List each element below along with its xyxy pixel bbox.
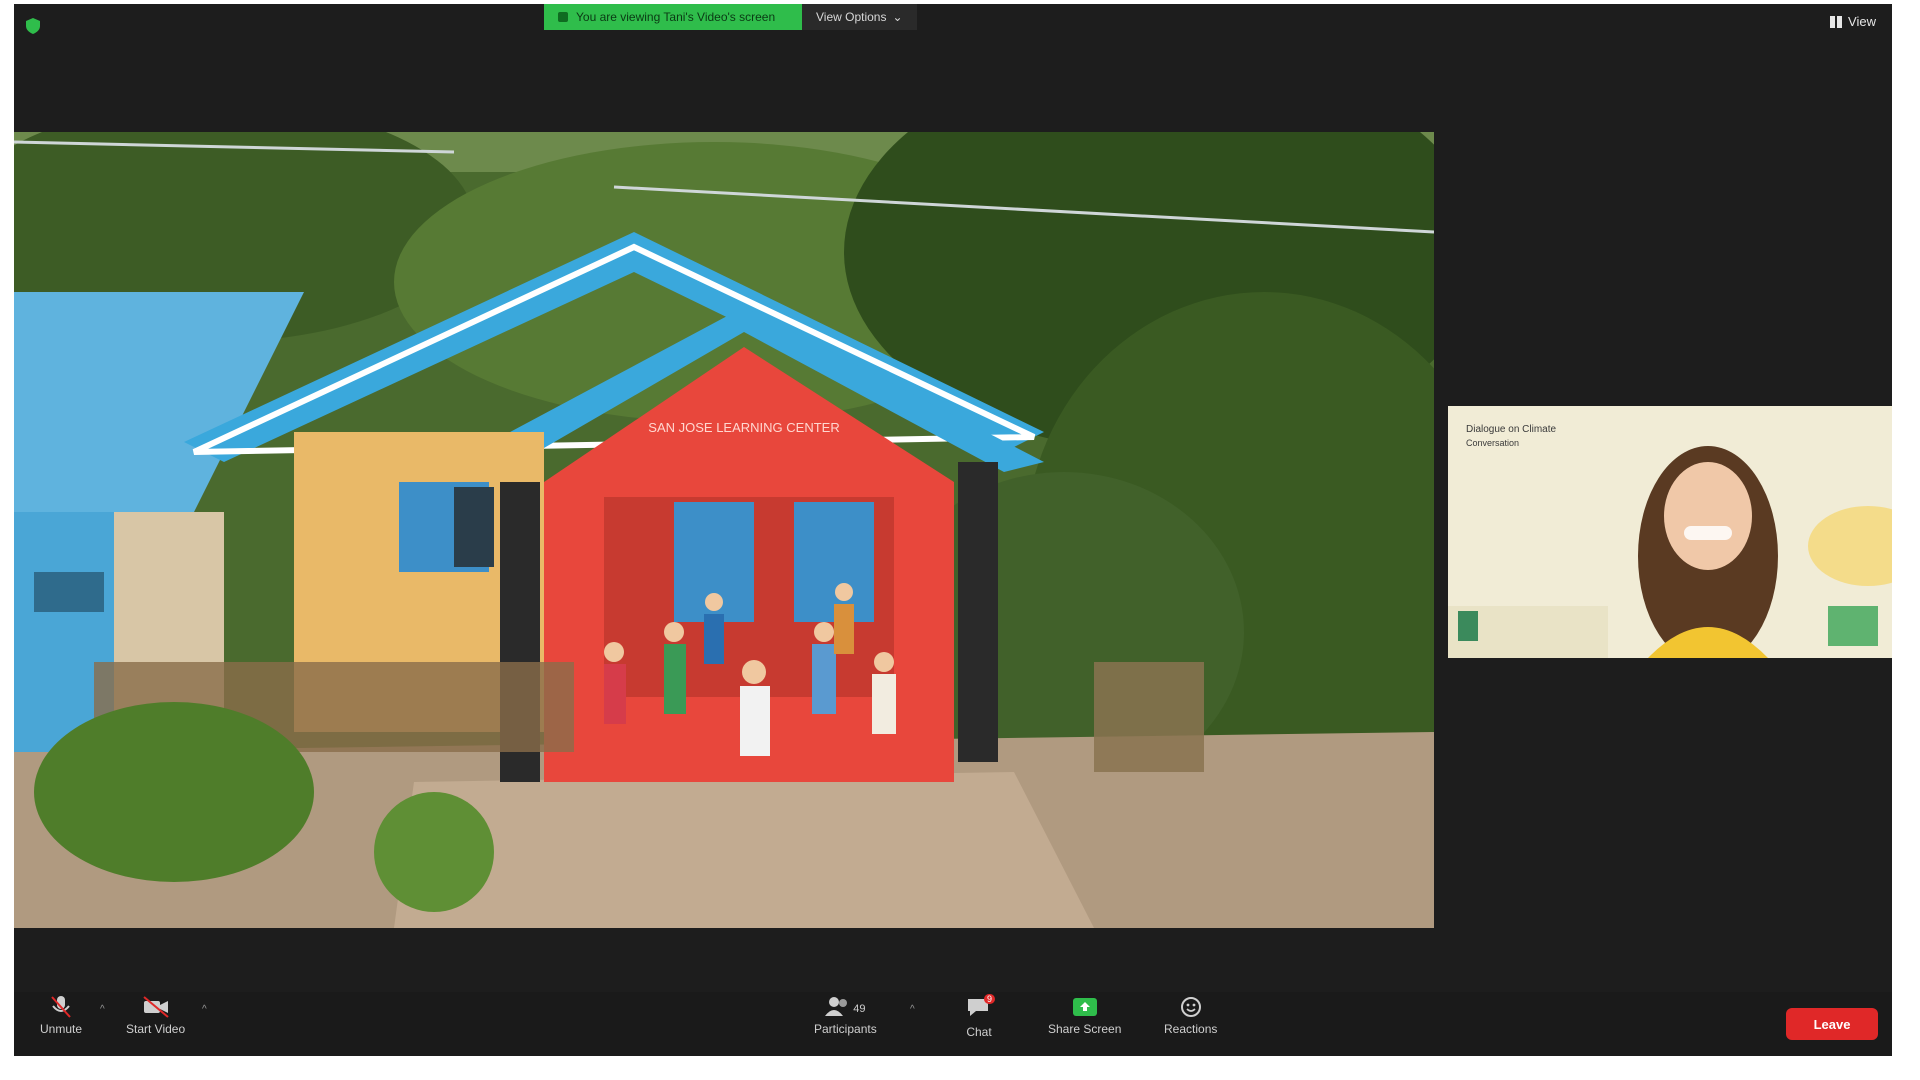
view-button-label: View	[1848, 14, 1876, 29]
participants-icon	[825, 997, 848, 1016]
microphone-icon	[51, 996, 71, 1018]
chat-label: Chat	[966, 1025, 992, 1039]
screen-share-banner: You are viewing Tani's Video's screen Vi…	[544, 4, 917, 30]
shared-screen: SAN JOSE LEARNING CENTER	[14, 132, 1434, 928]
participant-video-frame: Dialogue on Climate Conversation	[1448, 406, 1892, 658]
share-screen-label: Share Screen	[1048, 1022, 1122, 1036]
zoom-window: You are viewing Tani's Video's screen Vi…	[14, 4, 1892, 1056]
participants-label: Participants	[814, 1022, 877, 1036]
slide-title: Dialogue on Climate	[1466, 424, 1556, 435]
unmute-label: Unmute	[40, 1022, 83, 1036]
start-video-button[interactable]: Start Video	[126, 996, 185, 1036]
viewing-banner: You are viewing Tani's Video's screen	[544, 4, 802, 30]
chat-button[interactable]: 9 Chat	[966, 994, 996, 1039]
security-shield-icon[interactable]	[26, 18, 40, 34]
chevron-up-icon[interactable]: ^	[100, 1004, 105, 1015]
chat-badge: 9	[984, 994, 996, 1004]
chevron-up-icon[interactable]: ^	[202, 1004, 207, 1015]
video-camera-icon	[142, 996, 169, 1018]
viewing-banner-text: You are viewing Tani's Video's screen	[576, 10, 776, 24]
meeting-toolbar: Unmute ^ Start Video ^ 49 Participants ^…	[14, 992, 1892, 1056]
unmute-button[interactable]: Unmute	[40, 996, 82, 1036]
share-screen-button[interactable]: Share Screen	[1048, 996, 1121, 1036]
leave-button[interactable]: Leave	[1786, 1008, 1878, 1040]
shared-video-frame: SAN JOSE LEARNING CENTER	[14, 132, 1434, 928]
reactions-button[interactable]: Reactions	[1164, 996, 1217, 1036]
start-video-label: Start Video	[126, 1022, 186, 1036]
participant-video-thumbnail[interactable]: Dialogue on Climate Conversation	[1448, 406, 1892, 658]
reactions-label: Reactions	[1164, 1022, 1218, 1036]
building-sign: SAN JOSE LEARNING CENTER	[648, 420, 839, 435]
chevron-down-icon: ⌄	[892, 10, 903, 24]
view-options-label: View Options	[816, 10, 887, 24]
view-options-button[interactable]: View Options ⌄	[802, 4, 917, 30]
participants-button[interactable]: 49 Participants	[814, 996, 877, 1036]
chevron-up-icon[interactable]: ^	[910, 1004, 915, 1015]
grid-icon	[1830, 15, 1843, 28]
view-button[interactable]: View	[1830, 14, 1876, 29]
share-screen-icon	[1072, 998, 1097, 1016]
screen-icon	[558, 12, 568, 22]
participants-count: 49	[853, 1003, 866, 1015]
slide-subtitle: Conversation	[1466, 438, 1519, 448]
reactions-icon	[1180, 997, 1201, 1017]
